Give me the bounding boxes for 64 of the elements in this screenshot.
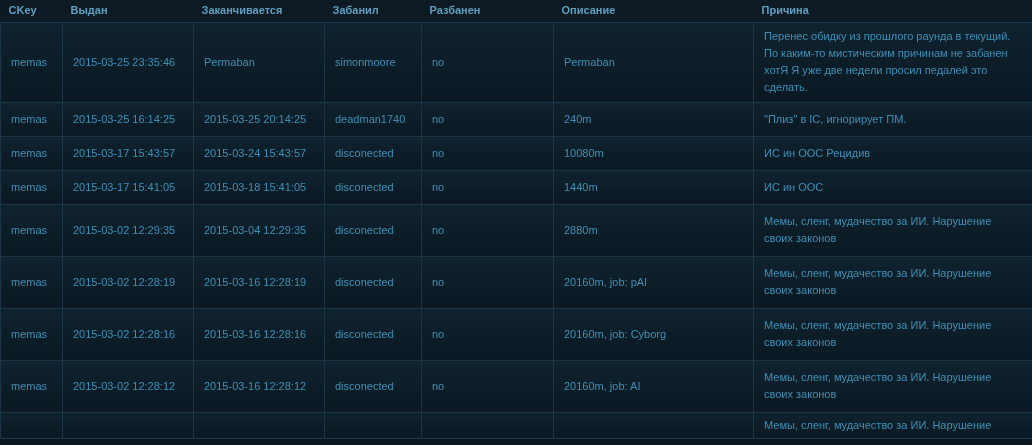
description-text: 240m: [564, 112, 592, 125]
column-header: CKey: [0, 0, 63, 22]
expiry-date-text: 2015-03-24 15:43:57: [204, 146, 307, 159]
expiry-date-text: 2015-03-25 20:14:25: [204, 112, 307, 125]
expiry-date-text: Permaban: [204, 55, 255, 68]
unbanned-text: no: [432, 275, 445, 288]
reason-text: ИС ин ООС Рецидив: [764, 146, 871, 159]
description-text: 2880m: [564, 223, 598, 236]
ckey-text: memas: [11, 379, 48, 392]
column-header: Причина: [753, 0, 1032, 22]
ckey-text: memas: [11, 55, 48, 68]
unbanned-text: no: [432, 327, 445, 340]
issued-date-text: 2015-03-17 15:43:57: [73, 146, 176, 159]
reason-text: Перенес обидку из прошлого раунда в текущий. По каким-то мистическим причинам не забанен хотЯ Я уже две недели просил педалей это сделать.: [764, 30, 1011, 93]
issued-date-text: 2015-03-02 12:29:35: [73, 223, 176, 236]
column-header: Описание: [553, 0, 754, 22]
banned-by-text: disconected: [335, 327, 394, 340]
ckey-text: memas: [11, 146, 48, 159]
column-header: Забанил: [324, 0, 422, 22]
banned-by-text: disconected: [335, 180, 394, 193]
banned-by-text: deadman1740: [335, 112, 406, 125]
banned-by-text: disconected: [335, 146, 394, 159]
reason-text: Мемы, сленг, мудачество за ИИ. Нарушение своих законов: [764, 319, 992, 348]
reason-text: "Плиз" в IC, игнорирует ПМ.: [764, 112, 907, 125]
banned-by-text: disconected: [335, 379, 394, 392]
description-text: Permaban: [564, 55, 615, 68]
unbanned-text: no: [432, 180, 445, 193]
ckey-text: memas: [11, 223, 48, 236]
reason-text: Мемы, сленг, мудачество за ИИ. Нарушение своих законов: [764, 215, 992, 244]
expiry-date-text: 2015-03-16 12:28:16: [204, 327, 307, 340]
issued-date-text: 2015-03-25 23:35:46: [73, 55, 176, 68]
expiry-date-text: 2015-03-18 15:41:05: [204, 180, 307, 193]
column-header: Заканчивается: [193, 0, 325, 22]
unbanned-text: no: [432, 379, 445, 392]
ckey-text: memas: [11, 112, 48, 125]
issued-date-text: 2015-03-02 12:28:12: [73, 379, 176, 392]
expiry-date-text: 2015-03-16 12:28:12: [204, 379, 307, 392]
reason-text: Мемы, сленг, мудачество за ИИ. Нарушение: [764, 418, 992, 431]
description-text: 1440m: [564, 180, 598, 193]
unbanned-text: no: [432, 146, 445, 159]
expiry-date-text: 2015-03-04 12:29:35: [204, 223, 307, 236]
issued-date-text: 2015-03-17 15:41:05: [73, 180, 176, 193]
unbanned-text: no: [432, 223, 445, 236]
description-text: 20160m, job: pAI: [564, 275, 648, 288]
banned-by-text: simonmoore: [335, 55, 396, 68]
column-header: Выдан: [62, 0, 194, 22]
expiry-date-text: 2015-03-16 12:28:19: [204, 275, 307, 288]
unbanned-text: no: [432, 55, 445, 68]
issued-date-text: 2015-03-02 12:28:19: [73, 275, 176, 288]
unbanned-text: no: [432, 112, 445, 125]
description-text: 10080m: [564, 146, 604, 159]
description-text: 20160m, job: AI: [564, 379, 641, 392]
reason-text: Мемы, сленг, мудачество за ИИ. Нарушение своих законов: [764, 371, 992, 400]
description-text: 20160m, job: Cyborg: [564, 327, 667, 340]
issued-date-text: 2015-03-02 12:28:16: [73, 327, 176, 340]
reason-text: Мемы, сленг, мудачество за ИИ. Нарушение своих законов: [764, 267, 992, 296]
ckey-text: memas: [11, 275, 48, 288]
banned-by-text: disconected: [335, 223, 394, 236]
reason-text: ИС ин ООС: [764, 180, 824, 193]
column-header: Разбанен: [421, 0, 554, 22]
banned-by-text: disconected: [335, 275, 394, 288]
ckey-text: memas: [11, 327, 48, 340]
ckey-text: memas: [11, 180, 48, 193]
issued-date-text: 2015-03-25 16:14:25: [73, 112, 176, 125]
